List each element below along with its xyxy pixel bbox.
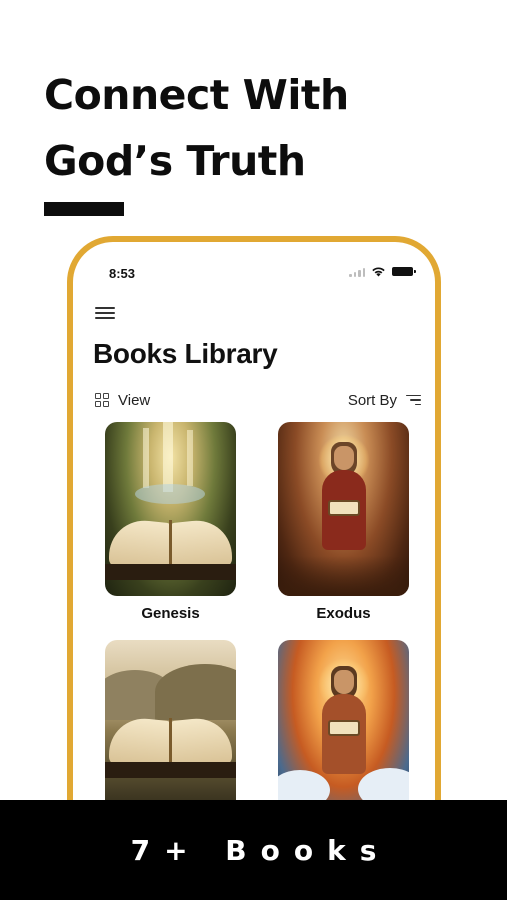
book-card-genesis[interactable]: Genesis xyxy=(105,422,236,622)
grid-view-icon xyxy=(95,393,109,407)
sort-lines-icon xyxy=(406,394,421,406)
status-bar: 8:53 xyxy=(73,242,435,298)
book-title: Genesis xyxy=(141,605,200,622)
book-cover-prophet xyxy=(278,640,409,814)
book-cover-exodus xyxy=(278,422,409,596)
sort-by-button[interactable]: Sort By xyxy=(348,392,421,409)
library-toolbar: View Sort By xyxy=(95,388,421,412)
book-cover-genesis xyxy=(105,422,236,596)
bottom-banner: 7+ Books xyxy=(0,800,507,900)
open-book-illustration xyxy=(105,712,236,778)
book-card-4[interactable] xyxy=(278,640,409,823)
sort-label: Sort By xyxy=(347,391,397,409)
signal-icon xyxy=(349,267,365,277)
view-toggle-button[interactable]: View xyxy=(95,392,150,409)
status-icons xyxy=(349,266,416,277)
phone-frame: 8:53 Books Library View Sort By Genesis … xyxy=(67,236,441,856)
headline-underline xyxy=(44,202,124,216)
page-title: Books Library xyxy=(93,338,278,369)
headline-line-1: Connect With xyxy=(44,71,349,119)
book-title: Exodus xyxy=(316,605,371,622)
promo-headline: Connect With God’s Truth xyxy=(44,62,484,194)
book-card-3[interactable] xyxy=(105,640,236,823)
wifi-icon xyxy=(372,267,385,277)
headline-line-2: God’s Truth xyxy=(44,137,306,185)
hamburger-menu-icon[interactable] xyxy=(95,306,117,320)
battery-icon xyxy=(392,267,416,276)
status-time: 8:53 xyxy=(109,266,136,281)
banner-text: 7+ Books xyxy=(130,833,391,867)
book-card-exodus[interactable]: Exodus xyxy=(278,422,409,622)
open-book-illustration xyxy=(105,514,236,580)
view-label: View xyxy=(118,391,151,409)
book-cover-landscape xyxy=(105,640,236,814)
